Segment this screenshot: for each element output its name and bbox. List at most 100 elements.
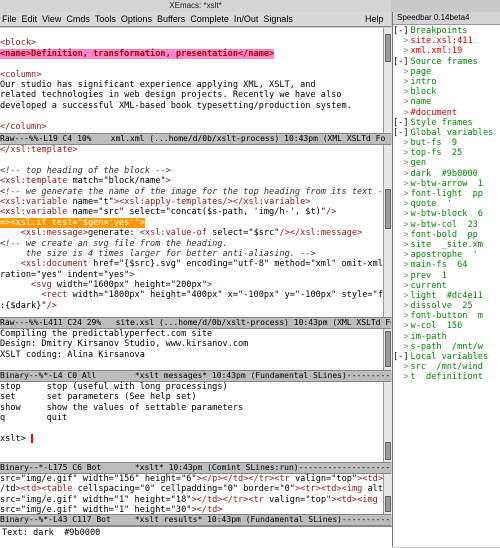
code-line: src="img/e.gif" width="1" height="18"></… [0,494,383,505]
speedbar-item[interactable]: > light #dc4e11 [393,291,500,301]
code-line: </xsl:template> [0,145,78,155]
speedbar-item[interactable]: > xml.xml:19 [393,46,500,56]
tree-leaf-icon: > [393,290,409,301]
menu-file[interactable]: File [2,14,17,24]
speedbar-item[interactable]: > t definitiont [393,372,500,382]
scrollbar-pane4[interactable] [383,382,392,462]
tree-leaf-icon: > [393,107,409,118]
speedbar-group[interactable]: [-] Source frames [393,57,500,67]
speedbar-group[interactable]: [-] Local variables [393,352,500,362]
expand-minus-icon[interactable]: [-] [393,118,409,128]
code-line: stop stop (useful with long processings) [0,382,228,392]
menu-options[interactable]: Options [121,14,152,24]
code-line: <svg width="1600px" height="200px"> [31,280,213,291]
menu-signals[interactable]: Signals [263,14,293,24]
expand-minus-icon[interactable]: [-] [393,128,409,138]
editor-pane-xml[interactable]: <block> <name>Definition, transformation,… [0,28,383,133]
scrollbar-pane2[interactable] [383,145,392,317]
speedbar-item[interactable]: > w-col 156 [393,321,500,331]
speedbar-item[interactable]: > but-fs 9 [393,138,500,148]
modeline-site-xsl: Raw---%%-L411 C24 29% site.xsl (...home/… [0,317,391,329]
speedbar-item[interactable]: > current [393,281,500,291]
code-line: :{$dark}"/> [0,300,57,311]
menu-cmds[interactable]: Cmds [66,14,90,24]
expand-minus-icon[interactable]: [-] [393,352,409,362]
tree-leaf-icon: > [393,158,409,169]
modeline-xml: Raw---%%-L19 C4 10% xml.xml (...home/d/0… [0,133,391,145]
speedbar-item[interactable]: > src /mnt/wind [393,362,500,372]
scroll-thumb[interactable] [385,34,391,62]
code-line: Compiling the predictablyperfect.com sit… [0,329,213,339]
speedbar-item[interactable]: > page [393,67,500,77]
menubar: File Edit View Cmds Tools Options Buffers Compl… [0,12,391,27]
code-line: /td><td><table cellspacing="0" cellpaddi… [0,484,383,495]
speedbar-item[interactable]: > font-button m [393,311,500,321]
tree-leaf-icon: > [393,168,409,179]
speedbar-item[interactable]: > top-fs 25 [393,148,500,158]
menu-edit[interactable]: Edit [22,14,38,24]
tree-leaf-icon: > [393,178,409,189]
editor-pane-xsl[interactable]: </xsl:template> <!-- top heading of the b… [0,145,383,317]
expand-minus-icon[interactable]: [-] [393,57,409,67]
speedbar-item[interactable]: > w-btw-arrow 1 [393,179,500,189]
xslt-console-pane[interactable]: stop stop (useful with long processings)… [0,382,383,462]
speedbar-item[interactable]: > apostrophe ' [393,250,500,260]
tree-leaf-icon: > [393,321,409,332]
menu-complete[interactable]: Complete [190,14,229,24]
speedbar-item[interactable]: > quote ' [393,199,500,209]
speedbar-item[interactable]: > block [393,87,500,97]
speedbar-group[interactable]: [-] Breakpoints [393,26,500,36]
speedbar-item[interactable]: > w-btw-block 6 [393,209,500,219]
speedbar-item[interactable]: > prev 1 [393,271,500,281]
speedbar-item[interactable]: > main-fs 64 [393,260,500,270]
tree-leaf-icon: > [393,87,409,98]
speedbar-group[interactable]: [-] Style frames [393,118,500,128]
speedbar-item[interactable]: > name [393,97,500,107]
speedbar-item[interactable]: > w-btw-col 23 [393,220,500,230]
speedbar-item[interactable]: > #document [393,108,500,118]
speedbar-item[interactable]: > s-path /mnt/w [393,342,500,352]
tree-leaf-icon: > [393,36,409,47]
scroll-thumb[interactable] [385,442,391,460]
code-line: <block> [0,38,37,49]
speedbar-item[interactable]: > gen [393,158,500,168]
speedbar-item[interactable]: > im-path [393,332,500,342]
expand-minus-icon[interactable]: [-] [393,26,409,36]
minibuffer[interactable]: Text: dark #9b0000 [0,526,393,548]
scrollbar-pane3[interactable] [383,329,392,370]
tree-leaf-icon: > [393,66,409,77]
scroll-thumb[interactable] [385,496,391,512]
messages-pane[interactable]: Compiling the predictablyperfect.com sit… [0,329,383,370]
code-line: src="img/e.gif" width="1" height="30"></… [0,505,223,514]
tree-leaf-icon: > [393,97,409,108]
tree-leaf-icon: > [393,209,409,220]
speedbar-item[interactable]: > font-light pp [393,189,500,199]
scrollbar-pane1[interactable] [383,28,392,133]
speedbar-item[interactable]: > intro [393,77,500,87]
code-line: Design: Dmitry Kirsanov Studio, www.kirs… [0,339,249,350]
xslt-results-pane[interactable]: src="img/e.gif" width="156" height="6"><… [0,474,383,514]
menu-buffers[interactable]: Buffers [157,14,185,24]
menu-help[interactable]: Help [365,12,391,27]
menu-tools[interactable]: Tools [95,14,116,24]
code-line: the size is 4 times larger for better an… [0,248,316,259]
speedbar-item[interactable]: > site _site.xm [393,240,500,250]
speedbar-item[interactable]: > font-bold pp [393,230,500,240]
code-line: <xsl:document href="{$src}.svg" encoding… [20,259,383,270]
menu-view[interactable]: View [42,14,61,24]
code-line: <xsl:variable name="t"><xsl:apply-templa… [0,196,311,207]
speedbar-item[interactable]: > site.xsl:411 [393,36,500,46]
tree-leaf-icon: > [393,311,409,322]
speedbar-group[interactable]: [-] Global variables [393,128,500,138]
scrollbar-pane5[interactable] [383,474,392,514]
speedbar-item[interactable]: > dissolve 25 [393,301,500,311]
code-line: ration="yes" indent="yes"> [0,269,135,280]
scroll-thumb[interactable] [385,331,391,367]
menu-inout[interactable]: In/Out [234,14,259,24]
speedbar-item[interactable]: > dark #9b0000 [393,169,500,179]
code-line: <!-- top heading of the block --> [0,165,171,176]
tree-leaf-icon: > [393,372,409,383]
scroll-thumb[interactable] [385,189,391,229]
